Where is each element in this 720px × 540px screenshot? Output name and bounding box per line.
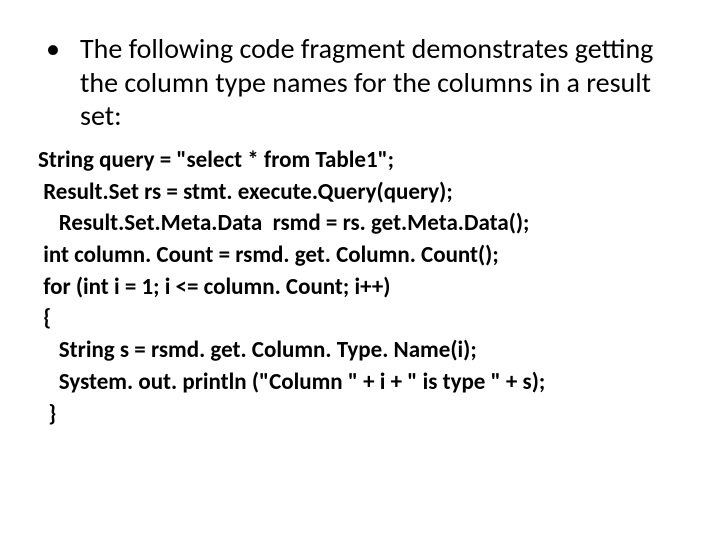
bullet-marker: • [38,32,80,66]
code-line: Result.Set rs = stmt. execute.Query(quer… [38,177,682,209]
code-fragment: String query = "select * from Table1"; R… [38,145,682,431]
intro-bullet: • The following code fragment demonstrat… [38,32,682,133]
code-line: for (int i = 1; i <= column. Count; i++) [38,272,682,304]
code-line: int column. Count = rsmd. get. Column. C… [38,240,682,272]
slide-body: • The following code fragment demonstrat… [0,0,720,540]
code-line: System. out. println ("Column " + i + " … [38,367,682,399]
code-line: { [38,303,682,335]
code-line: Result.Set.Meta.Data rsmd = rs. get.Meta… [38,208,682,240]
bullet-text: The following code fragment demonstrates… [80,32,682,133]
code-line: } [38,399,682,431]
code-line: String query = "select * from Table1"; [38,145,682,177]
code-line: String s = rsmd. get. Column. Type. Name… [38,335,682,367]
